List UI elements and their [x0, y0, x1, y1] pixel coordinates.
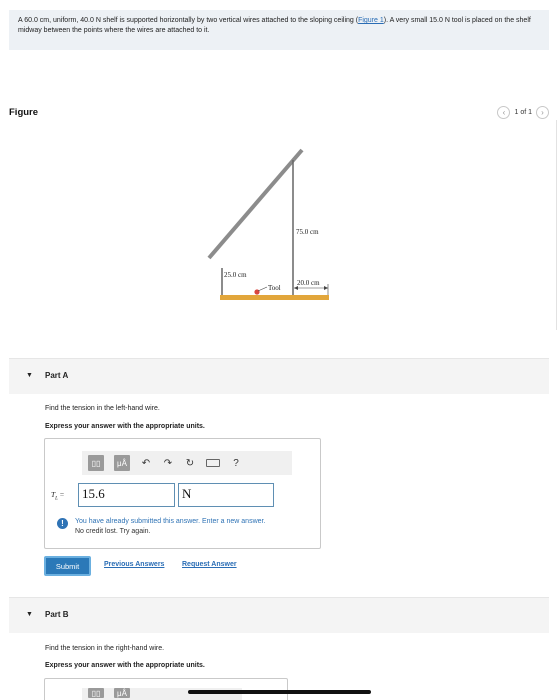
- reset-icon[interactable]: ↻: [184, 458, 196, 469]
- figure-pagination: ‹ 1 of 1 ›: [497, 106, 549, 119]
- chevron-right-icon[interactable]: ›: [536, 106, 549, 119]
- part-a-answer-box: ▯▯ μÅ ↶ ↷ ↻ ? TL = 15.6 N ! You have alr…: [44, 438, 321, 549]
- units-button[interactable]: μÅ: [114, 688, 130, 698]
- figure-title: Figure: [9, 107, 39, 118]
- chevron-left-icon[interactable]: ‹: [497, 106, 511, 119]
- units-button[interactable]: μÅ: [114, 455, 130, 471]
- divider: [556, 120, 557, 330]
- templates-button[interactable]: ▯▯: [88, 455, 104, 471]
- feedback-line-2: No credit lost. Try again.: [75, 528, 151, 535]
- previous-answers-link[interactable]: Previous Answers: [104, 561, 164, 568]
- figure-counter: 1 of 1: [514, 109, 532, 116]
- part-a-label: Part A: [45, 371, 69, 380]
- part-a-header[interactable]: ▼ Part A: [9, 358, 549, 394]
- part-a-instruction: Express your answer with the appropriate…: [45, 423, 205, 430]
- keyboard-icon[interactable]: [206, 459, 220, 467]
- answer-unit-input[interactable]: N: [178, 483, 274, 507]
- submit-button[interactable]: Submit: [44, 556, 91, 576]
- shelf: [220, 295, 329, 300]
- left-wire-label: 25.0 cm: [224, 271, 247, 279]
- help-icon[interactable]: ?: [230, 458, 242, 469]
- sloping-ceiling: [207, 148, 304, 260]
- feedback-line-1: You have already submitted this answer. …: [75, 518, 266, 525]
- redo-icon[interactable]: ↷: [162, 458, 174, 469]
- part-b-answer-box: ▯▯ μÅ: [44, 678, 288, 700]
- part-b-label: Part B: [45, 610, 69, 619]
- figure-diagram: 75.0 cm 25.0 cm 20.0 cm Tool: [190, 140, 350, 310]
- part-a-question: Find the tension in the left-hand wire.: [45, 405, 160, 412]
- caret-down-icon: ▼: [26, 372, 33, 379]
- home-indicator: [188, 690, 371, 694]
- answer-variable-label: TL =: [51, 490, 64, 502]
- equals-sign: =: [57, 490, 65, 499]
- part-b-header[interactable]: ▼ Part B: [9, 597, 549, 633]
- figure-link[interactable]: Figure 1: [358, 17, 384, 24]
- offset-label: 20.0 cm: [297, 279, 320, 287]
- arrowhead-right: [324, 286, 328, 290]
- answer-value-input[interactable]: 15.6: [78, 483, 175, 507]
- right-wire-label: 75.0 cm: [296, 228, 319, 236]
- figure-header: Figure ‹ 1 of 1 ›: [9, 106, 549, 121]
- tool-label: Tool: [268, 284, 281, 292]
- templates-button[interactable]: ▯▯: [88, 688, 104, 698]
- part-b-instruction: Express your answer with the appropriate…: [45, 662, 205, 669]
- problem-statement: A 60.0 cm, uniform, 40.0 N shelf is supp…: [9, 10, 549, 50]
- tool-pointer: [257, 286, 268, 292]
- tool: [254, 289, 260, 295]
- request-answer-link[interactable]: Request Answer: [182, 561, 237, 568]
- part-b-question: Find the tension in the right-hand wire.: [45, 645, 165, 652]
- undo-icon[interactable]: ↶: [140, 458, 152, 469]
- problem-text-start: A 60.0 cm, uniform, 40.0 N shelf is supp…: [18, 17, 359, 24]
- shelf-diagram: 75.0 cm 25.0 cm 20.0 cm Tool: [207, 148, 329, 300]
- math-toolbar: ▯▯ μÅ ↶ ↷ ↻ ?: [82, 451, 292, 475]
- alert-icon: !: [57, 518, 68, 529]
- caret-down-icon: ▼: [26, 611, 33, 618]
- submission-feedback: You have already submitted this answer. …: [75, 517, 265, 537]
